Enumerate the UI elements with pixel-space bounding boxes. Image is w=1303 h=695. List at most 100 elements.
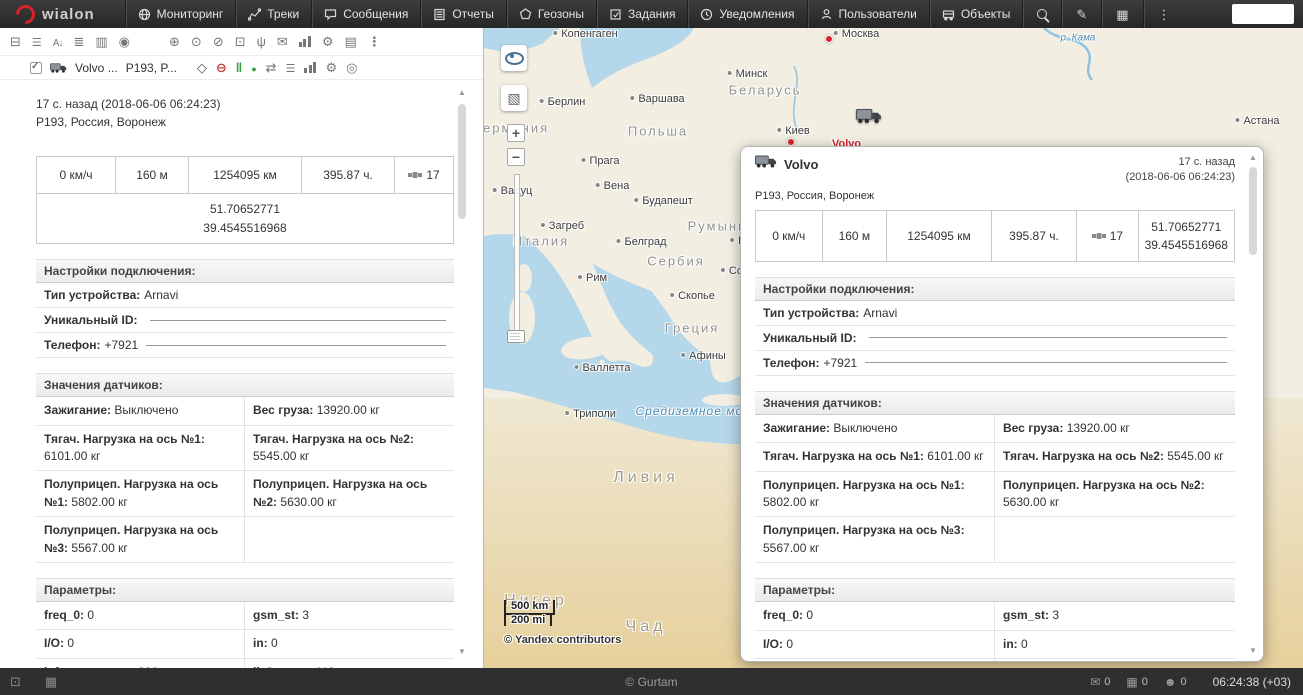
stat-coordinates: 51.70652771 39.4545516968 <box>37 193 453 243</box>
tab-users[interactable]: Пользователи <box>807 0 929 28</box>
map-label-city: Вадуц <box>492 185 533 197</box>
scroll-up-icon[interactable]: ▲ <box>1248 153 1258 162</box>
more-icon[interactable] <box>368 35 381 48</box>
param-row: info_messages: 306 lls3_temp: 110 <box>36 659 454 668</box>
list-icon[interactable] <box>32 35 42 49</box>
map-label-country-lg: Ливия <box>613 469 679 487</box>
accuracy-pause-icon[interactable] <box>236 61 242 74</box>
param-label: in: <box>1003 637 1018 651</box>
param-label: freq_0: <box>763 608 803 622</box>
sensor-value: 5802.00 кг <box>71 495 127 509</box>
columns-icon[interactable] <box>95 35 107 48</box>
map-label-country: Италия <box>513 234 569 249</box>
tab-units[interactable]: Объекты <box>929 0 1023 28</box>
geofences-icon <box>519 8 532 21</box>
monitor-icon[interactable] <box>235 35 246 48</box>
section-connection-header: Настройки подключения: <box>755 277 1235 301</box>
tab-notifications[interactable]: Уведомления <box>687 0 806 28</box>
unit-list-row[interactable]: Volvo ... P193, P... <box>0 56 483 80</box>
scroll-up-icon[interactable]: ▲ <box>457 88 467 97</box>
scrollbar-thumb[interactable] <box>1249 167 1257 255</box>
sensor-label: Вес груза: <box>1003 421 1063 435</box>
chart-icon[interactable] <box>299 36 311 47</box>
tab-jobs[interactable]: Задания <box>596 0 687 28</box>
stat-mileage: 1254095 км <box>887 211 991 261</box>
satellites-icon <box>1092 231 1106 241</box>
jobs-icon <box>609 8 622 21</box>
popup-header: Volvo 17 с. назад (2018-06-06 06:24:23) <box>755 155 1235 186</box>
block-icon[interactable] <box>213 35 224 48</box>
street-view-button[interactable] <box>501 45 527 71</box>
list-icon[interactable] <box>286 61 296 75</box>
tools-button[interactable]: ✎ <box>1061 0 1101 28</box>
select-all-icon[interactable] <box>10 35 21 48</box>
sort-icon[interactable] <box>53 35 63 49</box>
tab-label: Сообщения <box>343 7 408 21</box>
apps-button[interactable]: ▦ <box>1101 0 1142 28</box>
unit-list-plate: P193, P... <box>126 61 177 75</box>
param-label: gsm_st: <box>253 608 299 622</box>
address-icon[interactable] <box>119 35 130 48</box>
popup-scrollbar[interactable]: ▲ ▼ <box>1247 153 1259 655</box>
map-red-marker[interactable] <box>825 35 833 43</box>
tab-geofences[interactable]: Геозоны <box>506 0 596 28</box>
scroll-down-icon[interactable]: ▼ <box>457 647 467 656</box>
users-icon <box>820 8 833 21</box>
wialon-logo-text: wialon <box>42 6 95 23</box>
registry-icon[interactable] <box>344 35 356 48</box>
search-button[interactable] <box>1022 0 1061 28</box>
more-menu-button[interactable]: ⋮ <box>1143 0 1185 28</box>
extra-icon[interactable] <box>346 61 357 74</box>
follow-unit-icon[interactable] <box>191 35 202 48</box>
screen-icon[interactable]: ⊡ <box>10 674 21 690</box>
tab-label: Пользователи <box>839 7 917 21</box>
filter-icon[interactable] <box>73 35 84 48</box>
monitoring-globe-icon <box>138 8 151 21</box>
connection-block-icon[interactable] <box>216 61 227 74</box>
motion-icon[interactable] <box>197 61 207 74</box>
signal-icon[interactable] <box>257 35 266 48</box>
unit-list-name[interactable]: Volvo ... <box>75 61 118 75</box>
unit-map-truck-icon[interactable] <box>856 108 882 124</box>
connection-value: +7921 <box>823 356 857 370</box>
apps-grid-icon[interactable]: ▦ <box>45 674 57 690</box>
tab-messages[interactable]: Сообщения <box>311 0 420 28</box>
eye-icon <box>505 52 524 65</box>
map-label-city: Белград <box>615 236 666 248</box>
map-layers-button[interactable]: ▧ <box>501 85 527 111</box>
zoom-slider-track[interactable] <box>514 174 520 336</box>
scrollbar-thumb[interactable] <box>458 104 466 219</box>
map-canvas[interactable]: КопенгагенМосквар. КамаМинскБеларусьБерл… <box>484 28 1303 668</box>
tab-reports[interactable]: Отчеты <box>420 0 505 28</box>
properties-icon[interactable] <box>325 61 337 74</box>
zoom-out-button[interactable]: − <box>507 148 525 166</box>
map-label-city: Киев <box>776 125 810 137</box>
reports-icon <box>433 8 446 21</box>
map-label-city: Варшава <box>629 93 684 105</box>
map-red-marker[interactable] <box>787 138 795 146</box>
wialon-logo[interactable]: wialon <box>0 0 111 28</box>
zoom-in-button[interactable]: + <box>507 124 525 142</box>
properties-icon[interactable] <box>322 35 334 48</box>
param-label: gsm_st: <box>1003 608 1049 622</box>
zoom-slider-handle[interactable] <box>507 330 525 343</box>
dot-green-icon[interactable] <box>251 61 256 74</box>
stat-altitude: 160 м <box>116 157 189 193</box>
param-value: 3 <box>1052 608 1059 622</box>
wialon-app: wialon Мониторинг Треки Сообщения Отчеты… <box>0 0 1303 695</box>
map-label-country: Беларусь <box>729 83 802 98</box>
tab-tracks[interactable]: Треки <box>235 0 311 28</box>
kebab-menu-icon: ⋮ <box>1158 8 1171 21</box>
swap-icon[interactable] <box>266 61 277 74</box>
scroll-down-icon[interactable]: ▼ <box>1248 646 1258 655</box>
chart-icon[interactable] <box>304 62 316 73</box>
unit-checkbox[interactable] <box>30 62 42 74</box>
focus-map-icon[interactable] <box>169 35 180 48</box>
layers-icon: ▧ <box>507 90 520 107</box>
events-icon[interactable] <box>277 35 288 48</box>
panel-scrollbar[interactable]: ▲ ▼ <box>456 88 468 656</box>
sensor-label: Полуприцеп. Нагрузка на ось №1: <box>763 478 965 492</box>
tab-monitoring[interactable]: Мониторинг <box>125 0 236 28</box>
map-label-country: Сербия <box>647 254 705 269</box>
topnav-white-panel[interactable] <box>1232 4 1294 24</box>
